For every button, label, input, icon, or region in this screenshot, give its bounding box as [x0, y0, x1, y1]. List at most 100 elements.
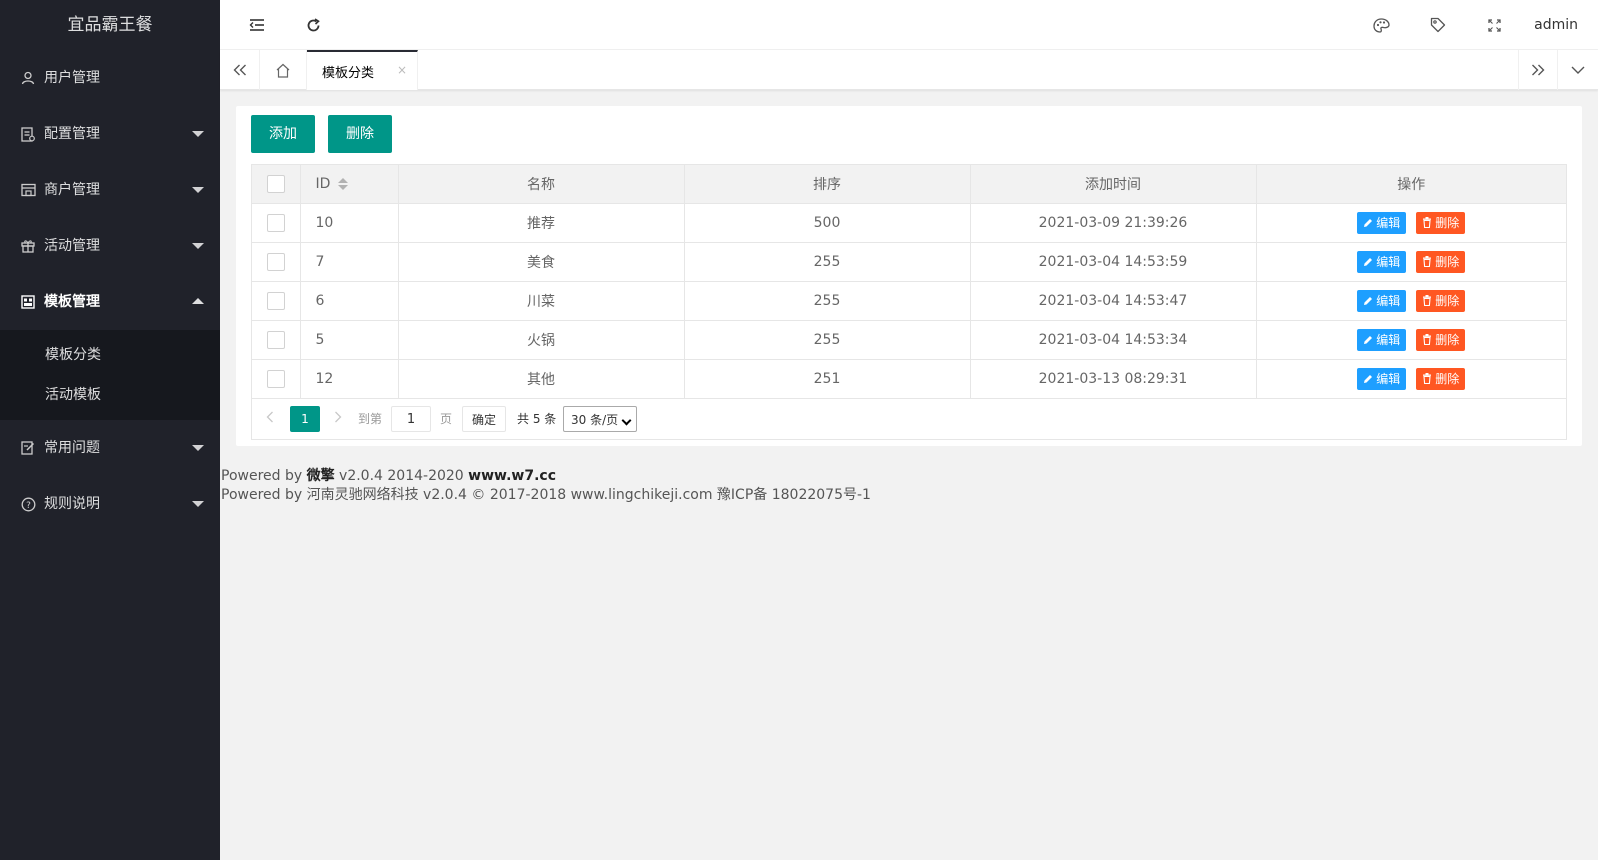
- tab-template-category[interactable]: 模板分类 ×: [307, 50, 418, 90]
- tabs-menu-chevron-down-icon[interactable]: [1558, 50, 1598, 90]
- sidebar: 宜品霸王餐 用户管理 配置管理 商户管理 活动管理 模板管理 模板分类 活动模板…: [0, 0, 220, 860]
- sidebar-subitem-template-category[interactable]: 模板分类: [0, 335, 220, 375]
- cell-id: 5: [300, 320, 399, 360]
- faq-icon: [20, 420, 36, 476]
- edit-icon: [1363, 255, 1376, 269]
- sort-icon[interactable]: [338, 177, 349, 191]
- delete-button[interactable]: 删除: [1416, 328, 1466, 351]
- cell-sort: 255: [684, 281, 971, 321]
- edit-icon: [1363, 372, 1376, 386]
- edit-button[interactable]: 编辑: [1357, 328, 1407, 351]
- edit-icon: [1363, 216, 1376, 230]
- top-header: admin: [220, 0, 1598, 50]
- tabs-scroll-left-icon[interactable]: [220, 50, 260, 90]
- sidebar-item-config[interactable]: 配置管理: [0, 106, 220, 162]
- fullscreen-icon[interactable]: [1472, 0, 1516, 50]
- chevron-up-icon: [192, 298, 204, 304]
- page-tabs-bar: 模板分类 ×: [220, 50, 1598, 90]
- chevron-down-icon: [192, 243, 204, 249]
- chevron-down-icon: [192, 187, 204, 193]
- trash-icon: [1422, 255, 1435, 269]
- sidebar-item-users[interactable]: 用户管理: [0, 50, 220, 106]
- close-icon[interactable]: ×: [397, 63, 407, 77]
- delete-selected-button[interactable]: 删除: [328, 115, 392, 153]
- sidebar-item-faq[interactable]: 常用问题: [0, 420, 220, 476]
- user-icon: [20, 50, 36, 106]
- help-icon: ?: [20, 476, 36, 532]
- sidebar-item-label: 活动管理: [44, 238, 100, 254]
- cell-time: 2021-03-04 14:53:59: [970, 242, 1257, 282]
- column-header-id[interactable]: ID: [300, 165, 399, 204]
- edit-button[interactable]: 编辑: [1357, 250, 1407, 273]
- table-row: 6 川菜 255 2021-03-04 14:53:47 编辑 删除: [252, 281, 1566, 321]
- delete-button[interactable]: 删除: [1416, 250, 1466, 273]
- row-checkbox[interactable]: [266, 291, 285, 310]
- row-checkbox-cell: [252, 359, 301, 399]
- next-page-icon[interactable]: [334, 406, 342, 432]
- refresh-icon[interactable]: [292, 0, 334, 50]
- cell-time: 2021-03-13 08:29:31: [970, 359, 1257, 399]
- footer-brand-link[interactable]: 微擎: [307, 468, 335, 484]
- cell-name: 推荐: [398, 203, 685, 243]
- sidebar-subitem-activity-template[interactable]: 活动模板: [0, 375, 220, 415]
- footer-line-1: Powered by 微擎 v2.0.4 2014-2020 www.w7.cc: [221, 468, 556, 484]
- edit-button[interactable]: 编辑: [1357, 211, 1407, 234]
- delete-button[interactable]: 删除: [1416, 289, 1466, 312]
- sidebar-item-activities[interactable]: 活动管理: [0, 218, 220, 274]
- pagination: 1 到第 1 页 确定 共 5 条 30 条/页: [252, 399, 1566, 439]
- edit-icon: [1363, 333, 1376, 347]
- sidebar-item-templates[interactable]: 模板管理: [0, 274, 220, 330]
- select-all-checkbox[interactable]: [266, 174, 285, 193]
- cell-name: 川菜: [398, 281, 685, 321]
- sidebar-item-rules[interactable]: ? 规则说明: [0, 476, 220, 532]
- cell-actions: 编辑 删除: [1256, 320, 1566, 360]
- row-checkbox[interactable]: [266, 252, 285, 271]
- cell-actions: 编辑 删除: [1256, 359, 1566, 399]
- sidebar-item-label: 商户管理: [44, 182, 100, 198]
- app-logo[interactable]: 宜品霸王餐: [0, 0, 220, 50]
- page-size-select[interactable]: 30 条/页: [563, 405, 637, 432]
- table-row: 7 美食 255 2021-03-04 14:53:59 编辑 删除: [252, 242, 1566, 282]
- trash-icon: [1422, 294, 1435, 308]
- theme-icon[interactable]: [1359, 0, 1403, 50]
- column-header-actions: 操作: [1256, 165, 1566, 204]
- row-checkbox[interactable]: [266, 213, 285, 232]
- cell-sort: 251: [684, 359, 971, 399]
- user-menu[interactable]: admin: [1534, 0, 1578, 50]
- cell-id: 12: [300, 359, 399, 399]
- cell-time: 2021-03-04 14:53:34: [970, 320, 1257, 360]
- row-checkbox[interactable]: [266, 330, 285, 349]
- sidebar-item-label: 规则说明: [44, 496, 100, 512]
- goto-confirm-button[interactable]: 确定: [462, 405, 507, 432]
- chevron-down-icon: [192, 131, 204, 137]
- cell-actions: 编辑 删除: [1256, 281, 1566, 321]
- trash-icon: [1422, 216, 1435, 230]
- sidebar-item-merchants[interactable]: 商户管理: [0, 162, 220, 218]
- edit-icon: [1363, 294, 1376, 308]
- tag-icon[interactable]: [1416, 0, 1460, 50]
- table-row: 5 火锅 255 2021-03-04 14:53:34 编辑 删除: [252, 320, 1566, 360]
- delete-button[interactable]: 删除: [1416, 367, 1466, 390]
- svg-text:?: ?: [26, 501, 31, 511]
- cell-name: 火锅: [398, 320, 685, 360]
- row-checkbox-cell: [252, 242, 301, 282]
- add-button[interactable]: 添加: [251, 115, 315, 153]
- home-icon[interactable]: [260, 50, 307, 90]
- edit-button[interactable]: 编辑: [1357, 289, 1407, 312]
- row-checkbox-cell: [252, 203, 301, 243]
- footer-site-link[interactable]: www.w7.cc: [468, 468, 556, 484]
- row-checkbox-cell: [252, 320, 301, 360]
- goto-label: 到第: [358, 411, 383, 426]
- delete-button[interactable]: 删除: [1416, 211, 1466, 234]
- content-card: 添加 删除 ID 名称 排序 添加时间 操作 10 推荐 500 2021-03…: [236, 106, 1582, 446]
- menu-fold-icon[interactable]: [236, 0, 278, 50]
- row-checkbox[interactable]: [266, 369, 285, 388]
- edit-button[interactable]: 编辑: [1357, 367, 1407, 390]
- tabs-scroll-right-icon[interactable]: [1518, 50, 1558, 90]
- cell-sort: 255: [684, 320, 971, 360]
- trash-icon: [1422, 333, 1435, 347]
- page-number-current[interactable]: 1: [290, 405, 320, 432]
- goto-page-input[interactable]: 1: [391, 405, 431, 432]
- sidebar-subnav-templates: 模板分类 活动模板: [0, 330, 220, 420]
- prev-page-icon[interactable]: [266, 406, 274, 432]
